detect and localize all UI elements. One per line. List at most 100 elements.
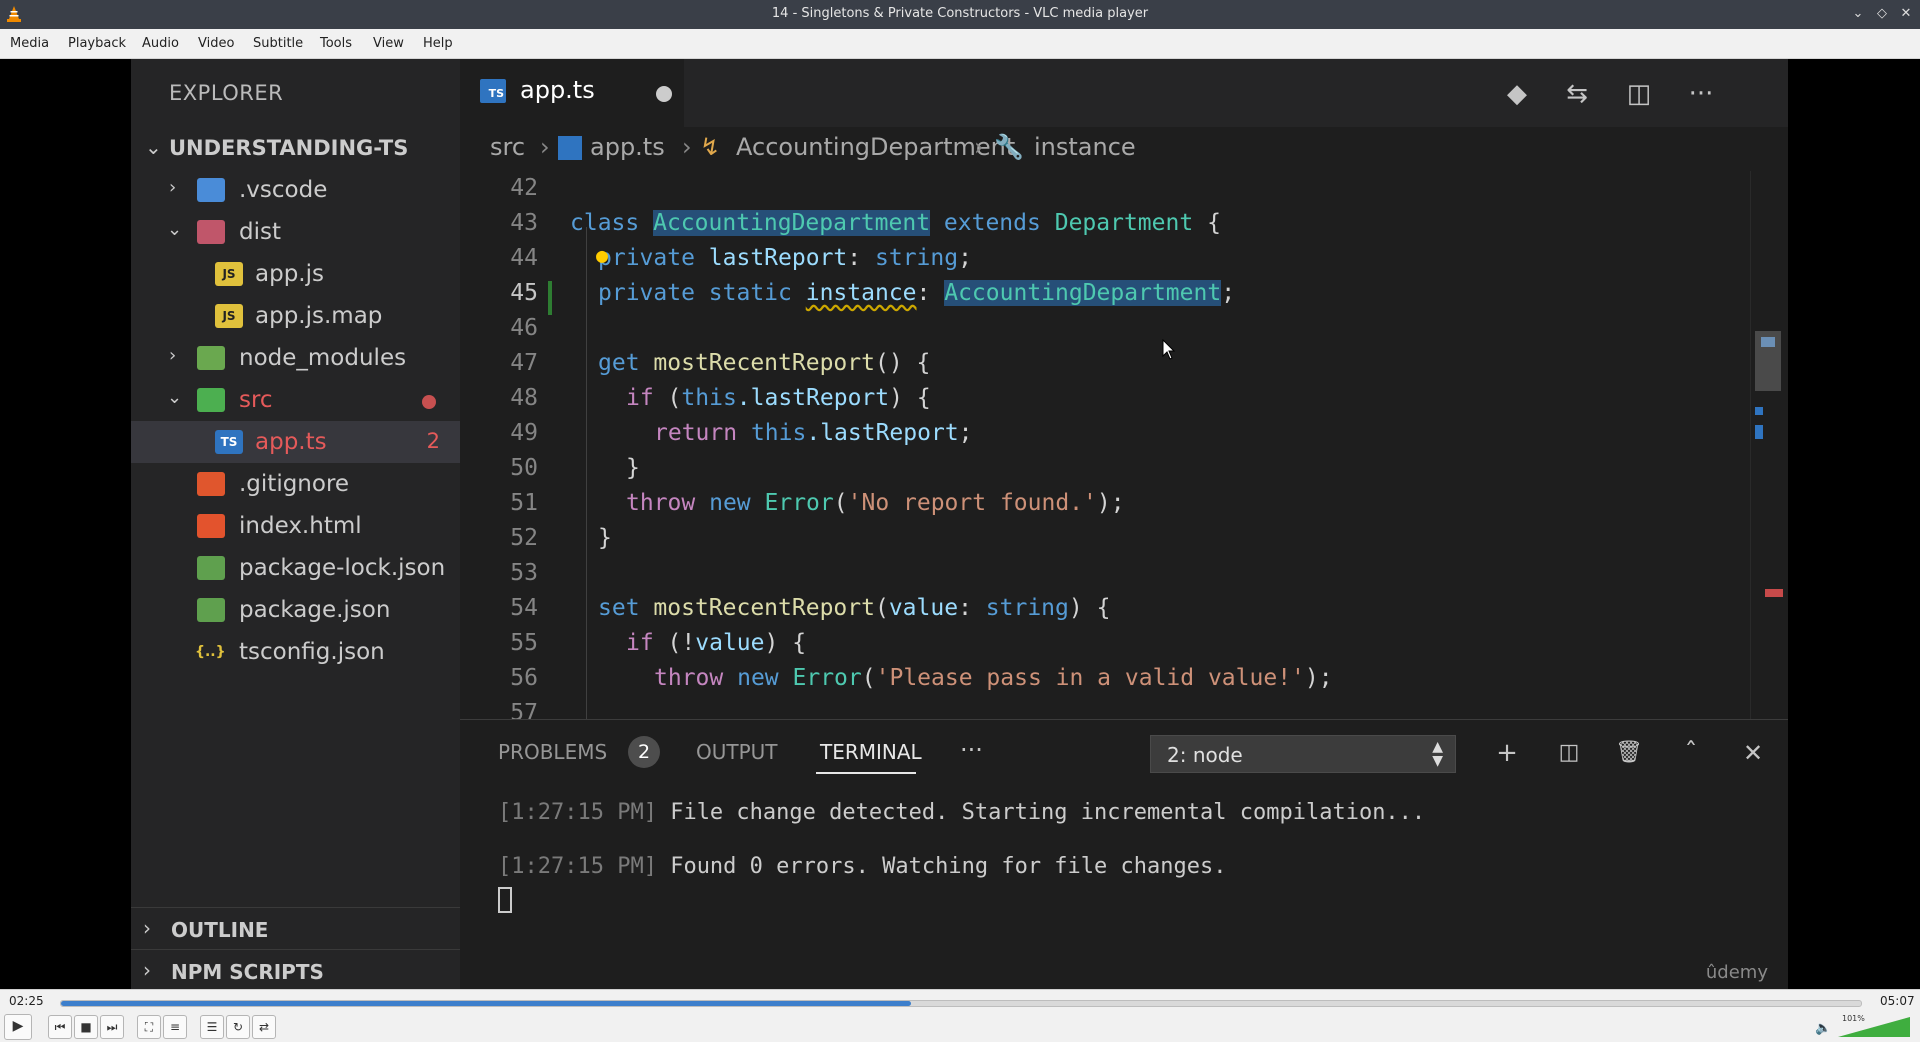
js-icon: JS xyxy=(215,262,243,286)
line-number: 57 xyxy=(510,700,538,719)
playlist-button[interactable]: ☰ xyxy=(200,1015,224,1039)
code-line: 46 xyxy=(460,311,1750,346)
code-line: 43 class AccountingDepartment extends Dep… xyxy=(460,206,1750,241)
lightbulb-icon[interactable]: ● xyxy=(596,243,608,267)
breadcrumb-file: app.ts xyxy=(590,133,665,161)
tree-item-gitignore: .gitignore xyxy=(131,463,460,505)
code-text: private static instance: AccountingDepar… xyxy=(598,280,1236,306)
tab-terminal[interactable]: TERMINAL xyxy=(820,740,922,764)
window-title: 14 - Singletons & Private Constructors -… xyxy=(771,6,1149,21)
tree-item-label: dist xyxy=(239,219,281,245)
open-changes-icon: ⇆ xyxy=(1566,79,1588,109)
loop-button[interactable]: ↻ xyxy=(226,1015,250,1039)
code-line: 45 private static instance: AccountingDep… xyxy=(460,276,1750,311)
code-line: 54 set mostRecentReport(value: string) { xyxy=(460,591,1750,626)
menu-audio[interactable]: Audio xyxy=(142,36,179,51)
mouse-cursor-icon xyxy=(1162,339,1176,360)
minimap[interactable] xyxy=(1750,171,1788,719)
node-folder-icon xyxy=(197,346,225,370)
play-button[interactable]: ▶ xyxy=(4,1014,32,1040)
breadcrumb-src: src xyxy=(490,133,526,161)
video-area[interactable]: EXPLORER ⌄ UNDERSTANDING-TS › .vscode ⌄ … xyxy=(0,59,1920,989)
line-number: 42 xyxy=(510,175,538,201)
menu-playback[interactable]: Playback xyxy=(68,36,126,51)
split-terminal-icon[interactable]: ◫ xyxy=(1552,736,1586,770)
line-number: 54 xyxy=(510,595,538,621)
line-number: 56 xyxy=(510,665,538,691)
code-line: 56 throw new Error('Please pass in a vali… xyxy=(460,661,1750,696)
close-panel-icon[interactable]: ✕ xyxy=(1736,736,1770,770)
ts-icon: TS xyxy=(215,430,243,454)
npm-scripts-section: › NPM SCRIPTS xyxy=(131,949,460,989)
speaker-icon[interactable]: 🔈 xyxy=(1815,1021,1831,1036)
split-editor-icon: ◫ xyxy=(1626,79,1652,109)
fullscreen-button[interactable]: ⛶ xyxy=(137,1015,161,1039)
tree-item-node-modules: › node_modules xyxy=(131,337,460,379)
error-count-badge: 2 xyxy=(426,429,440,453)
tree-item-label: app.js.map xyxy=(255,303,383,329)
terminal-select-value: 2: node xyxy=(1167,743,1243,767)
code-line: 47 get mostRecentReport() { xyxy=(460,346,1750,381)
tree-item-dist: ⌄ dist xyxy=(131,211,460,253)
menu-video[interactable]: Video xyxy=(198,36,234,51)
maximize-button[interactable]: ◇ xyxy=(1872,4,1892,24)
section-label: NPM SCRIPTS xyxy=(171,960,324,984)
tree-item-label: .vscode xyxy=(239,177,328,203)
unsaved-dot-icon xyxy=(656,86,672,102)
shuffle-button[interactable]: ⇄ xyxy=(252,1015,276,1039)
chevron-down-icon: ⌄ xyxy=(145,135,162,159)
more-tabs-icon[interactable]: ··· xyxy=(960,736,983,764)
editor: TS app.ts ◆ ⇆ ◫ ··· src › app.ts › ↯ Acc xyxy=(460,59,1788,719)
problems-count-badge: 2 xyxy=(628,736,660,768)
tree-item-label: package.json xyxy=(239,597,391,623)
code-line: 50} xyxy=(460,451,1750,486)
next-button[interactable]: ⏭ xyxy=(100,1015,124,1039)
menu-view[interactable]: View xyxy=(373,36,404,51)
previous-button[interactable]: ⏮ xyxy=(48,1015,72,1039)
new-terminal-icon[interactable]: + xyxy=(1490,736,1524,770)
vscode-folder-icon xyxy=(197,178,225,202)
tree-item-package-json: package.json xyxy=(131,589,460,631)
code-text: private lastReport: string; xyxy=(598,245,972,271)
video-frame: EXPLORER ⌄ UNDERSTANDING-TS › .vscode ⌄ … xyxy=(131,59,1788,989)
close-button[interactable]: ✕ xyxy=(1896,4,1916,24)
minimize-button[interactable]: ⌄ xyxy=(1848,4,1868,24)
maximize-panel-icon[interactable]: ˆ xyxy=(1674,736,1708,770)
code-text: class AccountingDepartment extends Depar… xyxy=(570,210,1221,236)
project-name: UNDERSTANDING-TS xyxy=(169,136,409,160)
menu-subtitle[interactable]: Subtitle xyxy=(253,36,303,51)
tree-item-label: tsconfig.json xyxy=(239,639,385,665)
chevron-down-icon: ⌄ xyxy=(167,219,183,240)
menu-help[interactable]: Help xyxy=(423,36,453,51)
nodejs-icon xyxy=(197,598,225,622)
total-time: 05:07 xyxy=(1880,994,1915,1008)
line-number: 47 xyxy=(510,350,538,376)
menu-media[interactable]: Media xyxy=(10,36,49,51)
error-dot-icon xyxy=(422,395,436,409)
code-area[interactable]: 42 43 class AccountingDepartment extends … xyxy=(460,171,1750,719)
bottom-panel: PROBLEMS 2 OUTPUT TERMINAL ··· 2: node ▲… xyxy=(460,719,1788,989)
tree-item-index-html: index.html xyxy=(131,505,460,547)
udemy-watermark: ûdemy xyxy=(1705,962,1768,983)
line-number: 45 xyxy=(510,280,538,306)
line-number: 48 xyxy=(510,385,538,411)
line-number: 44 xyxy=(510,245,538,271)
stop-button[interactable]: ■ xyxy=(74,1015,98,1039)
outline-section: › OUTLINE xyxy=(131,907,460,949)
ts-icon xyxy=(558,136,582,160)
code-line: 49 return this.lastReport; xyxy=(460,416,1750,451)
terminal-select[interactable]: 2: node ▲ ▼ xyxy=(1150,735,1456,773)
extended-settings-button[interactable]: ≡ xyxy=(163,1015,187,1039)
tab-output[interactable]: OUTPUT xyxy=(696,740,778,764)
tab-problems[interactable]: PROBLEMS xyxy=(498,740,607,764)
line-number: 49 xyxy=(510,420,538,446)
chevron-right-icon: › xyxy=(682,133,692,161)
code-line: 55 if (!value) { xyxy=(460,626,1750,661)
menu-tools[interactable]: Tools xyxy=(320,36,352,51)
tree-item-tsconfig-json: {..} tsconfig.json xyxy=(131,631,460,673)
trash-icon[interactable]: 🗑 xyxy=(1612,736,1646,770)
tree-item-src: ⌄ src xyxy=(131,379,460,421)
git-compare-icon: ◆ xyxy=(1507,79,1527,109)
seek-bar[interactable] xyxy=(60,1000,1862,1007)
code-text: } xyxy=(598,525,612,551)
